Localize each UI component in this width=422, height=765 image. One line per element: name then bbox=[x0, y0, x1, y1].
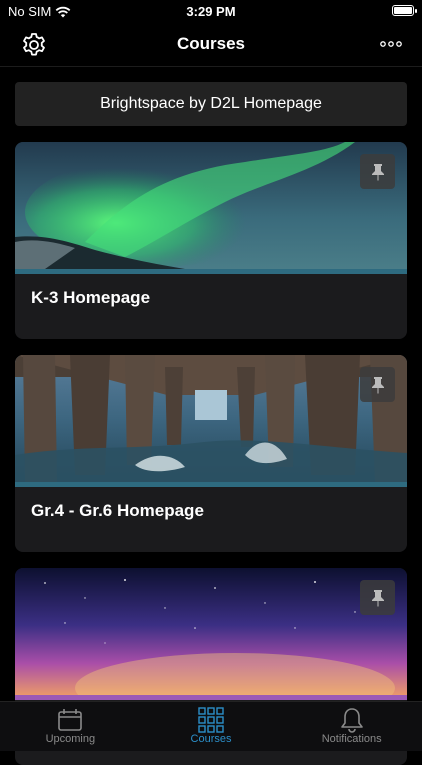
course-image-pier bbox=[15, 355, 407, 482]
tab-label: Courses bbox=[190, 733, 232, 745]
more-options-button[interactable] bbox=[378, 34, 404, 54]
pin-icon bbox=[371, 163, 384, 181]
homepage-button[interactable]: Brightspace by D2L Homepage bbox=[15, 82, 407, 126]
tab-label: Upcoming bbox=[45, 733, 96, 745]
status-bar: No SIM 3:29 PM bbox=[0, 0, 422, 24]
bell-icon bbox=[340, 708, 363, 733]
pin-icon bbox=[371, 376, 384, 394]
more-icon bbox=[380, 41, 402, 47]
pin-button[interactable] bbox=[360, 367, 395, 402]
course-title: K-3 Homepage bbox=[31, 288, 151, 307]
course-accent-strip bbox=[15, 269, 407, 274]
tab-notifications[interactable]: Notifications bbox=[281, 702, 422, 751]
calendar-icon bbox=[58, 709, 83, 731]
tab-courses[interactable]: Courses bbox=[141, 702, 282, 751]
course-accent-strip bbox=[15, 695, 407, 700]
nav-bar: Courses bbox=[0, 26, 422, 67]
status-time: 3:29 PM bbox=[186, 4, 236, 19]
course-title: Gr.4 - Gr.6 Homepage bbox=[31, 501, 204, 520]
course-image-aurora bbox=[15, 142, 407, 269]
tab-bar: Upcoming Courses Notifications bbox=[0, 701, 422, 751]
course-card[interactable]: Gr.4 - Gr.6 Homepage bbox=[15, 355, 407, 552]
course-card[interactable]: K-3 Homepage bbox=[15, 142, 407, 339]
pin-button[interactable] bbox=[360, 154, 395, 189]
grid-icon bbox=[198, 707, 224, 733]
pin-icon bbox=[371, 589, 384, 607]
pin-button[interactable] bbox=[360, 580, 395, 615]
homepage-label: Brightspace by D2L Homepage bbox=[100, 95, 322, 112]
tab-label: Notifications bbox=[321, 733, 382, 745]
course-image-galaxy bbox=[15, 568, 407, 695]
battery-icon bbox=[392, 5, 417, 16]
course-accent-strip bbox=[15, 482, 407, 487]
page-title: Courses bbox=[176, 34, 246, 53]
tab-upcoming[interactable]: Upcoming bbox=[0, 702, 141, 751]
